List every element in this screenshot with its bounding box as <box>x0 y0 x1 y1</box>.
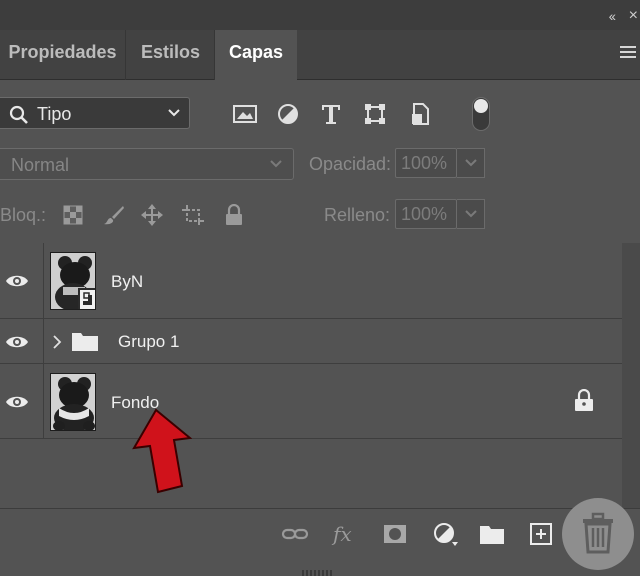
adjustment-layer-icon[interactable] <box>431 521 459 547</box>
search-icon <box>9 105 28 124</box>
blend-mode-value: Normal <box>11 155 70 175</box>
visibility-toggle[interactable] <box>0 243 44 318</box>
layer-name[interactable]: ByN <box>111 272 143 292</box>
filter-kind-select[interactable]: Tipo <box>0 97 190 129</box>
shape-filter-icon[interactable] <box>363 102 389 126</box>
blend-mode-select[interactable]: Normal <box>0 148 294 180</box>
eye-icon <box>6 336 28 348</box>
layer-thumbnail <box>50 373 96 431</box>
fill-label: Relleno: <box>324 205 391 225</box>
lock-transparent-icon[interactable] <box>62 204 84 226</box>
link-layers-icon[interactable] <box>281 521 309 547</box>
blending-row: Normal Opacidad: 100% <box>0 148 640 182</box>
trash-button[interactable] <box>562 498 634 570</box>
panel-tabs: Propiedades Estilos Capas <box>0 30 640 81</box>
layer-row[interactable]: Fondo <box>0 364 622 439</box>
panel-menu-icon[interactable] <box>620 46 636 60</box>
layer-name[interactable]: Grupo 1 <box>118 332 179 352</box>
panel-top-strip: ‹‹ × <box>0 0 640 30</box>
layer-thumbnail <box>50 252 96 310</box>
chevron-down-icon <box>465 210 477 218</box>
trash-icon <box>583 512 613 554</box>
eye-icon <box>6 396 28 408</box>
layer-row[interactable]: Grupo 1 <box>0 319 622 364</box>
eye-icon <box>6 275 28 287</box>
fill-input[interactable]: 100% <box>395 199 457 229</box>
visibility-toggle[interactable] <box>0 364 44 438</box>
chevron-down-icon <box>465 159 477 167</box>
tab-capas[interactable]: Capas <box>215 30 297 81</box>
lock-artboard-icon[interactable] <box>182 204 204 226</box>
opacity-label: Opacidad: <box>309 154 392 174</box>
lock-all-icon[interactable] <box>223 204 245 226</box>
tab-estilos[interactable]: Estilos <box>127 30 215 80</box>
adjustment-filter-icon[interactable] <box>276 102 302 126</box>
svg-text:fx: fx <box>331 522 352 546</box>
layer-mask-icon[interactable] <box>381 521 409 547</box>
collapse-panel-icon[interactable]: ‹‹ <box>609 8 616 24</box>
filter-toggle[interactable] <box>472 97 490 131</box>
layers-scrollbar[interactable] <box>622 243 640 508</box>
filter-toggle-knob <box>474 99 488 113</box>
chevron-down-icon <box>270 160 282 168</box>
chevron-down-icon <box>168 109 180 117</box>
lock-icon <box>575 389 593 411</box>
lock-row: Bloq.: Relleno: 100% <box>0 199 640 233</box>
folder-icon <box>72 333 98 351</box>
type-filter-icon[interactable] <box>319 102 345 126</box>
opacity-input[interactable]: 100% <box>395 148 457 178</box>
visibility-toggle[interactable] <box>0 319 44 363</box>
annotation-arrow-icon <box>132 408 192 494</box>
fill-dropdown[interactable] <box>457 199 485 229</box>
fx-icon[interactable]: fx <box>331 521 359 547</box>
new-group-icon[interactable] <box>478 521 506 547</box>
lock-image-icon[interactable] <box>103 204 125 226</box>
layers-list: ByN Grupo 1 Fondo <box>0 243 640 508</box>
panel-resize-grip[interactable] <box>302 563 338 576</box>
opacity-dropdown[interactable] <box>457 148 485 178</box>
tab-propiedades[interactable]: Propiedades <box>0 30 126 80</box>
lock-position-icon[interactable] <box>141 204 163 226</box>
layers-action-bar: fx <box>0 508 640 576</box>
layer-row[interactable]: ByN <box>0 243 622 319</box>
new-layer-icon[interactable] <box>527 521 555 547</box>
lock-label: Bloq.: <box>0 205 47 225</box>
layer-filter-row: Tipo <box>0 97 640 131</box>
filter-kind-label: Tipo <box>37 104 72 124</box>
close-panel-icon[interactable]: × <box>629 7 638 25</box>
chevron-right-icon[interactable] <box>52 334 62 350</box>
smart-object-filter-icon[interactable] <box>408 102 434 126</box>
image-filter-icon[interactable] <box>232 102 258 126</box>
